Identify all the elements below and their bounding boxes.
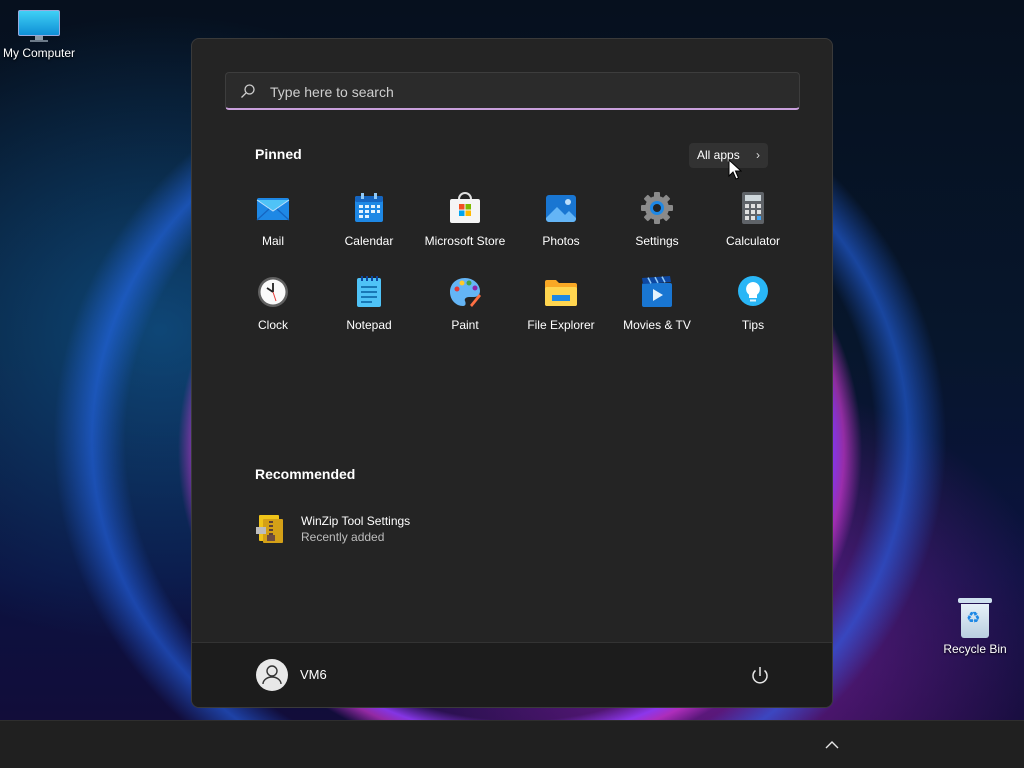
pinned-app-calculator[interactable]: Calculator xyxy=(705,185,801,261)
search-input[interactable] xyxy=(268,73,792,111)
pinned-app-clock[interactable]: Clock xyxy=(225,269,321,345)
pinned-app-notepad[interactable]: Notepad xyxy=(321,269,417,345)
mouse-cursor-icon xyxy=(728,159,742,180)
gear-icon xyxy=(641,192,673,224)
recommended-section-title: Recommended xyxy=(255,466,356,482)
recommended-item-name: WinZip Tool Settings xyxy=(301,514,411,528)
user-icon xyxy=(262,665,282,685)
desktop-icon-label: Recycle Bin xyxy=(943,642,1007,656)
user-avatar[interactable] xyxy=(256,659,288,691)
monitor-icon xyxy=(18,10,60,42)
app-label: Clock xyxy=(257,318,288,332)
photos-icon xyxy=(546,195,576,222)
calendar-icon xyxy=(355,193,383,222)
pinned-app-microsoft-store[interactable]: Microsoft Store xyxy=(417,185,513,261)
app-label: Photos xyxy=(542,234,580,248)
chevron-right-icon: › xyxy=(756,148,760,162)
search-icon xyxy=(241,84,255,98)
app-label: Settings xyxy=(635,234,679,248)
pinned-app-settings[interactable]: Settings xyxy=(609,185,705,261)
app-label: Paint xyxy=(451,318,479,332)
pinned-app-paint[interactable]: Paint xyxy=(417,269,513,345)
app-label: File Explorer xyxy=(527,318,595,332)
winzip-icon xyxy=(256,515,283,543)
pinned-section-title: Pinned xyxy=(255,146,302,162)
desktop-icon-label: My Computer xyxy=(2,46,76,60)
mail-icon xyxy=(256,198,290,221)
app-label: Calendar xyxy=(344,234,394,248)
user-name[interactable]: VM6 xyxy=(300,667,327,682)
pinned-app-mail[interactable]: Mail xyxy=(225,185,321,261)
app-label: Notepad xyxy=(346,318,392,332)
app-label: Mail xyxy=(261,234,284,248)
search-box[interactable] xyxy=(225,72,800,111)
clock-icon xyxy=(258,277,288,307)
app-label: Microsoft Store xyxy=(424,234,506,248)
power-icon[interactable] xyxy=(748,665,772,687)
movies-icon xyxy=(642,276,672,307)
pinned-app-photos[interactable]: Photos xyxy=(513,185,609,261)
start-menu: Pinned All apps › Mail xyxy=(191,38,833,708)
pinned-app-file-explorer[interactable]: File Explorer xyxy=(513,269,609,345)
app-label: Calculator xyxy=(725,234,781,248)
calculator-icon xyxy=(742,192,764,224)
recommended-item[interactable]: WinZip Tool Settings Recently added xyxy=(255,509,515,549)
app-label: Movies & TV xyxy=(623,318,691,332)
desktop-icon-recycle-bin[interactable]: ♻ Recycle Bin xyxy=(933,598,1017,656)
chevron-up-icon[interactable] xyxy=(822,735,842,755)
recommended-item-subtitle: Recently added xyxy=(301,530,385,544)
desktop-icon-my-computer[interactable]: My Computer xyxy=(0,10,81,60)
paint-palette-icon xyxy=(450,278,481,307)
pinned-app-calendar[interactable]: Calendar xyxy=(321,185,417,261)
taskbar xyxy=(0,720,1024,768)
app-label: Tips xyxy=(741,318,765,332)
pinned-app-movies-tv[interactable]: Movies & TV xyxy=(609,269,705,345)
notepad-icon xyxy=(357,276,381,307)
store-icon xyxy=(450,192,480,223)
start-menu-footer: VM6 xyxy=(192,642,832,707)
lightbulb-icon xyxy=(738,276,768,306)
recycle-bin-icon: ♻ xyxy=(958,598,992,638)
folder-icon xyxy=(545,280,577,306)
pinned-app-tips[interactable]: Tips xyxy=(705,269,801,345)
